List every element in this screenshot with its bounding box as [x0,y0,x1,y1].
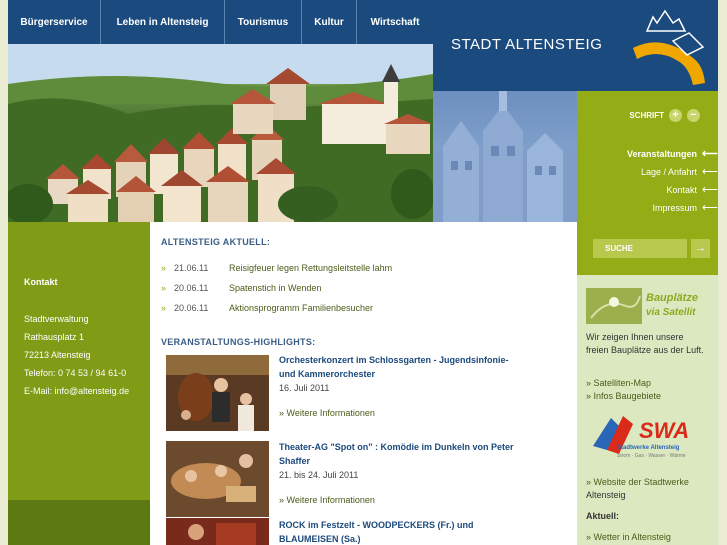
news-item[interactable]: » 20.06.11 Spatenstich in Wenden [161,283,321,293]
search-area: SUCHE → [577,222,718,275]
main-nav: Bürgerservice Leben in Altensteig Touris… [8,0,433,44]
quick-menu: SCHRIFT + − Veranstaltungen ⟵ Lage / Anf… [577,91,718,222]
contact-line: 72213 Altensteig [24,350,91,360]
event-title[interactable]: Theater-AG "Spot on" : Komödie im Dunkel… [279,440,524,468]
quick-link-label: Kontakt [666,184,697,195]
contact-line: Rathausplatz 1 [24,332,85,342]
weather-link[interactable]: » Wetter in Altensteig [586,532,671,542]
arrow-left-icon: ⟵ [702,166,718,178]
aktuell-label: Aktuell: [586,511,620,521]
town-illustration [8,44,433,222]
bauplatz-title: Bauplätze [646,292,698,304]
arrow-left-icon: ⟵ [702,184,718,196]
news-item[interactable]: » 20.06.11 Aktionsprogramm Familienbesuc… [161,303,373,313]
font-increase-button[interactable]: + [669,109,682,122]
news-date: 20.06.11 [174,303,209,313]
search-input[interactable]: SUCHE [593,239,687,258]
more-info-link[interactable]: » Weitere Informationen [279,495,375,505]
event-date: 16. Juli 2011 [279,383,330,393]
contact-email[interactable]: E-Mail: info@altensteig.de [24,386,129,396]
swa-logo[interactable]: SWA Stadtwerke Altensteig Strom · Gas · … [587,410,709,462]
quick-link-veranstaltungen[interactable]: Veranstaltungen ⟵ [626,147,718,160]
contact-phone: Telefon: 0 74 53 / 94 61-0 [24,368,127,378]
font-decrease-button[interactable]: − [687,109,700,122]
logo-area[interactable]: STADT ALTENSTEIG [433,0,718,91]
nav-item-kultur[interactable]: Kultur [302,0,357,44]
swa-tagline: Strom · Gas · Wasser · Wärme [617,453,686,459]
bullet-icon: » [161,263,167,273]
quick-link-kontakt[interactable]: Kontakt ⟵ [666,183,718,196]
nav-item-leben[interactable]: Leben in Altensteig [101,0,225,44]
church-photo [433,91,577,222]
swa-subtitle: Stadtwerke Altensteig [617,445,680,451]
rock-photo [166,518,269,545]
quick-link-label: Lage / Anfahrt [640,166,697,177]
bauplatz-subtitle: via Satellit [646,307,696,318]
news-text[interactable]: Reisigfeuer legen Rettungsleitstelle lah… [229,263,392,273]
quick-link-lage-anfahrt[interactable]: Lage / Anfahrt ⟵ [640,165,718,178]
swa-website-link[interactable]: » Website der Stadtwerke [586,477,689,487]
contact-column: Kontakt Stadtverwaltung Rathausplatz 1 7… [8,222,150,500]
arrow-left-icon: ⟵ [702,148,718,160]
news-date: 21.06.11 [174,263,209,273]
bullet-icon: » [161,303,167,313]
bullet-icon: » [161,283,167,293]
aktuell-heading: ALTENSTEIG AKTUELL: [161,237,271,247]
more-info-link[interactable]: » Weitere Informationen [279,408,375,418]
nav-item-wirtschaft[interactable]: Wirtschaft [357,0,433,44]
contact-title: Kontakt [24,277,58,287]
news-text[interactable]: Spatenstich in Wenden [229,283,321,293]
infos-baugebiete-link[interactable]: » Infos Baugebiete [586,391,661,401]
quick-link-label: Veranstaltungen [626,148,697,159]
contact-line: Stadtverwaltung [24,314,89,324]
bauplatz-text: Wir zeigen Ihnen unsere freien Bauplätze… [586,332,704,355]
font-size-control: SCHRIFT + − [629,109,700,122]
main-content: ALTENSTEIG AKTUELL: » 21.06.11 Reisigfeu… [150,222,577,545]
news-date: 20.06.11 [174,283,209,293]
news-item[interactable]: » 21.06.11 Reisigfeuer legen Rettungslei… [161,263,392,273]
left-column-footer [8,500,150,545]
church-illustration [433,91,577,222]
schrift-label: SCHRIFT [629,111,664,120]
site-logo-text: STADT ALTENSTEIG [451,36,603,53]
swa-website-link-cont[interactable]: Altensteig [586,490,626,500]
arrow-left-icon: ⟵ [702,202,718,214]
bauplatz-banner[interactable]: Bauplätze via Satellit [586,288,708,324]
theater-photo [166,441,269,517]
nav-item-tourismus[interactable]: Tourismus [225,0,302,44]
search-submit-button[interactable]: → [689,239,710,258]
swa-wordmark: SWA [639,418,690,443]
event-title[interactable]: Orchesterkonzert im Schlossgarten - Juge… [279,353,524,381]
satellite-map-link[interactable]: » Satelliten-Map [586,378,651,388]
event-title[interactable]: ROCK im Festzelt - WOODPECKERS (Fr.) und… [279,518,524,545]
event-image[interactable] [166,441,269,517]
highlights-heading: VERANSTALTUNGS-HIGHLIGHTS: [161,337,316,347]
orchestra-photo [166,355,269,431]
page-edge [718,0,727,545]
event-date: 21. bis 24. Juli 2011 [279,470,359,480]
hero-town-image [8,44,433,222]
news-text[interactable]: Aktionsprogramm Familienbesucher [229,303,373,313]
nav-item-buergerservice[interactable]: Bürgerservice [8,0,101,44]
quick-link-impressum[interactable]: Impressum ⟵ [652,201,718,214]
castle-logo-icon [633,9,705,85]
event-image[interactable] [166,518,269,545]
event-image[interactable] [166,355,269,431]
right-sidebar: SUCHE → Bauplätze via Satellit Wir zeige… [577,222,718,545]
quick-link-label: Impressum [652,202,697,213]
